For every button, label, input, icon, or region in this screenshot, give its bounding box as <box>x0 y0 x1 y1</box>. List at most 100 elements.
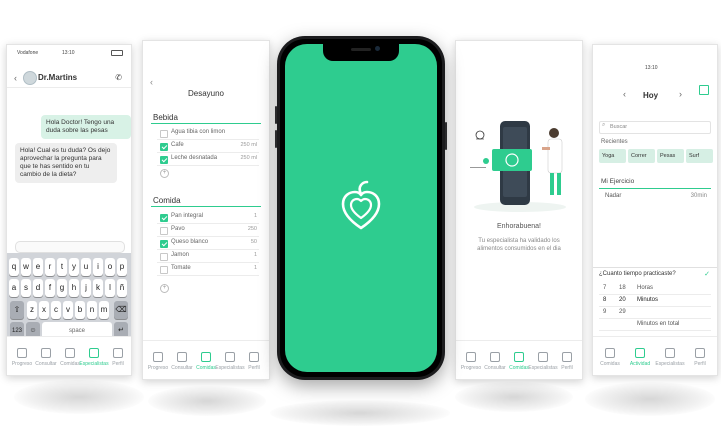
floor-shadow <box>585 382 715 416</box>
fork-icon <box>65 348 75 358</box>
key-c[interactable]: c <box>51 301 61 319</box>
tab-perfil[interactable]: Perfil <box>552 352 582 371</box>
checkbox[interactable] <box>160 266 168 274</box>
checkbox[interactable] <box>160 240 168 248</box>
section-title: Bebida <box>153 113 178 122</box>
tab-label: Progreso <box>460 365 482 371</box>
time-picker-minute[interactable]: 20 <box>619 297 626 303</box>
key-v[interactable]: v <box>63 301 73 319</box>
time-picker-minute[interactable]: 18 <box>619 285 626 291</box>
key-a[interactable]: a <box>9 279 19 297</box>
key-e[interactable]: e <box>33 258 43 276</box>
key-d[interactable]: d <box>33 279 43 297</box>
forward-icon[interactable]: › <box>679 89 682 99</box>
time-picker-hour[interactable]: 7 <box>603 285 606 291</box>
doctor-name: Dr.Martins <box>38 73 78 82</box>
key-q[interactable]: q <box>9 258 19 276</box>
time-question: ¿Cuanto tiempo practicaste? <box>599 271 676 277</box>
volume-button <box>275 130 277 148</box>
key-f[interactable]: f <box>45 279 55 297</box>
time-picker-unit[interactable]: Minutos en total <box>637 321 679 327</box>
phone-call-icon[interactable]: ✆ <box>115 73 122 82</box>
front-camera <box>375 46 380 51</box>
key-j[interactable]: j <box>81 279 91 297</box>
divider <box>599 188 711 189</box>
key-x[interactable]: x <box>39 301 49 319</box>
time-picker-unit[interactable]: Minutos <box>637 297 658 303</box>
checkbox[interactable] <box>160 143 168 151</box>
phone-speaker <box>351 48 371 51</box>
time-picker-unit[interactable]: Horas <box>637 285 653 291</box>
activity-chip[interactable]: Yoga <box>599 149 626 163</box>
activity-chip[interactable]: Surf <box>686 149 713 163</box>
chart-icon <box>153 352 163 362</box>
checkbox[interactable] <box>160 214 168 222</box>
key-shift[interactable]: ⇧ <box>10 301 24 319</box>
key-z[interactable]: z <box>27 301 37 319</box>
key-y[interactable]: y <box>69 258 79 276</box>
page-title: Desayuno <box>187 89 225 98</box>
user-icon <box>113 348 123 358</box>
key-u[interactable]: u <box>81 258 91 276</box>
food-item-qty: 250 ml <box>240 155 257 161</box>
key-g[interactable]: g <box>57 279 67 297</box>
checkbox[interactable] <box>160 253 168 261</box>
tab-perfil[interactable]: Perfil <box>239 352 269 371</box>
activity-chip[interactable]: Correr <box>628 149 655 163</box>
key-backspace[interactable]: ⌫ <box>114 301 128 319</box>
key-p[interactable]: p <box>117 258 127 276</box>
doctor-illustration <box>470 121 566 212</box>
back-icon[interactable]: ‹ <box>623 89 626 99</box>
row-divider <box>157 223 259 224</box>
key-b[interactable]: b <box>75 301 85 319</box>
key-l[interactable]: l <box>105 279 115 297</box>
add-icon[interactable]: + <box>160 284 169 293</box>
section-title: Comida <box>153 196 181 205</box>
time-picker-hour[interactable]: 9 <box>603 309 606 315</box>
tab-label: Perfil <box>112 361 124 367</box>
checkbox[interactable] <box>160 227 168 235</box>
search-value: Buscar <box>610 124 628 130</box>
key-ñ[interactable]: ñ <box>117 279 127 297</box>
key-i[interactable]: i <box>93 258 103 276</box>
time-picker-minute[interactable]: 29 <box>619 309 626 315</box>
row-divider <box>157 249 259 250</box>
activity-chip[interactable]: Pesas <box>657 149 684 163</box>
key-t[interactable]: t <box>57 258 67 276</box>
key-h[interactable]: h <box>69 279 79 297</box>
status-time: 13:10 <box>62 50 75 56</box>
key-w[interactable]: w <box>21 258 31 276</box>
checkbox[interactable] <box>160 130 168 138</box>
key-o[interactable]: o <box>105 258 115 276</box>
food-item-label: Tomate <box>171 265 191 271</box>
activity-icon <box>635 348 645 358</box>
tab-comidas[interactable]: Comidas <box>595 348 625 367</box>
confirm-check-icon[interactable]: ✓ <box>704 270 710 278</box>
food-item-label: Jamon <box>171 252 190 258</box>
tab-perfil[interactable]: Perfil <box>103 348 131 367</box>
key-n[interactable]: n <box>87 301 97 319</box>
calendar-icon[interactable] <box>699 85 709 95</box>
key-k[interactable]: k <box>93 279 103 297</box>
tab-especialistas[interactable]: Especialistas <box>655 348 685 367</box>
key-s[interactable]: s <box>21 279 31 297</box>
checkbox[interactable] <box>160 156 168 164</box>
food-item-label: Queso blanco <box>171 239 209 245</box>
time-picker-hour[interactable]: 8 <box>603 297 606 303</box>
battery-icon <box>111 50 123 56</box>
search-input[interactable]: ⌕ Buscar <box>599 121 711 134</box>
message-input[interactable] <box>15 241 125 253</box>
row-divider <box>157 152 259 153</box>
tab-label: Especialistas <box>655 361 685 367</box>
tab-label: Progreso <box>11 361 33 367</box>
tab-label: Actividad <box>629 361 651 367</box>
food-item-label: Leche desnatada <box>171 155 218 161</box>
tab-actividad[interactable]: Actividad <box>625 348 655 367</box>
tab-perfil[interactable]: Perfil <box>685 348 715 367</box>
key-r[interactable]: r <box>45 258 55 276</box>
back-icon[interactable]: ‹ <box>150 77 153 87</box>
food-item-qty: 250 ml <box>240 142 257 148</box>
back-icon[interactable]: ‹ <box>14 73 17 83</box>
add-icon[interactable]: + <box>160 169 169 178</box>
key-m[interactable]: m <box>99 301 109 319</box>
